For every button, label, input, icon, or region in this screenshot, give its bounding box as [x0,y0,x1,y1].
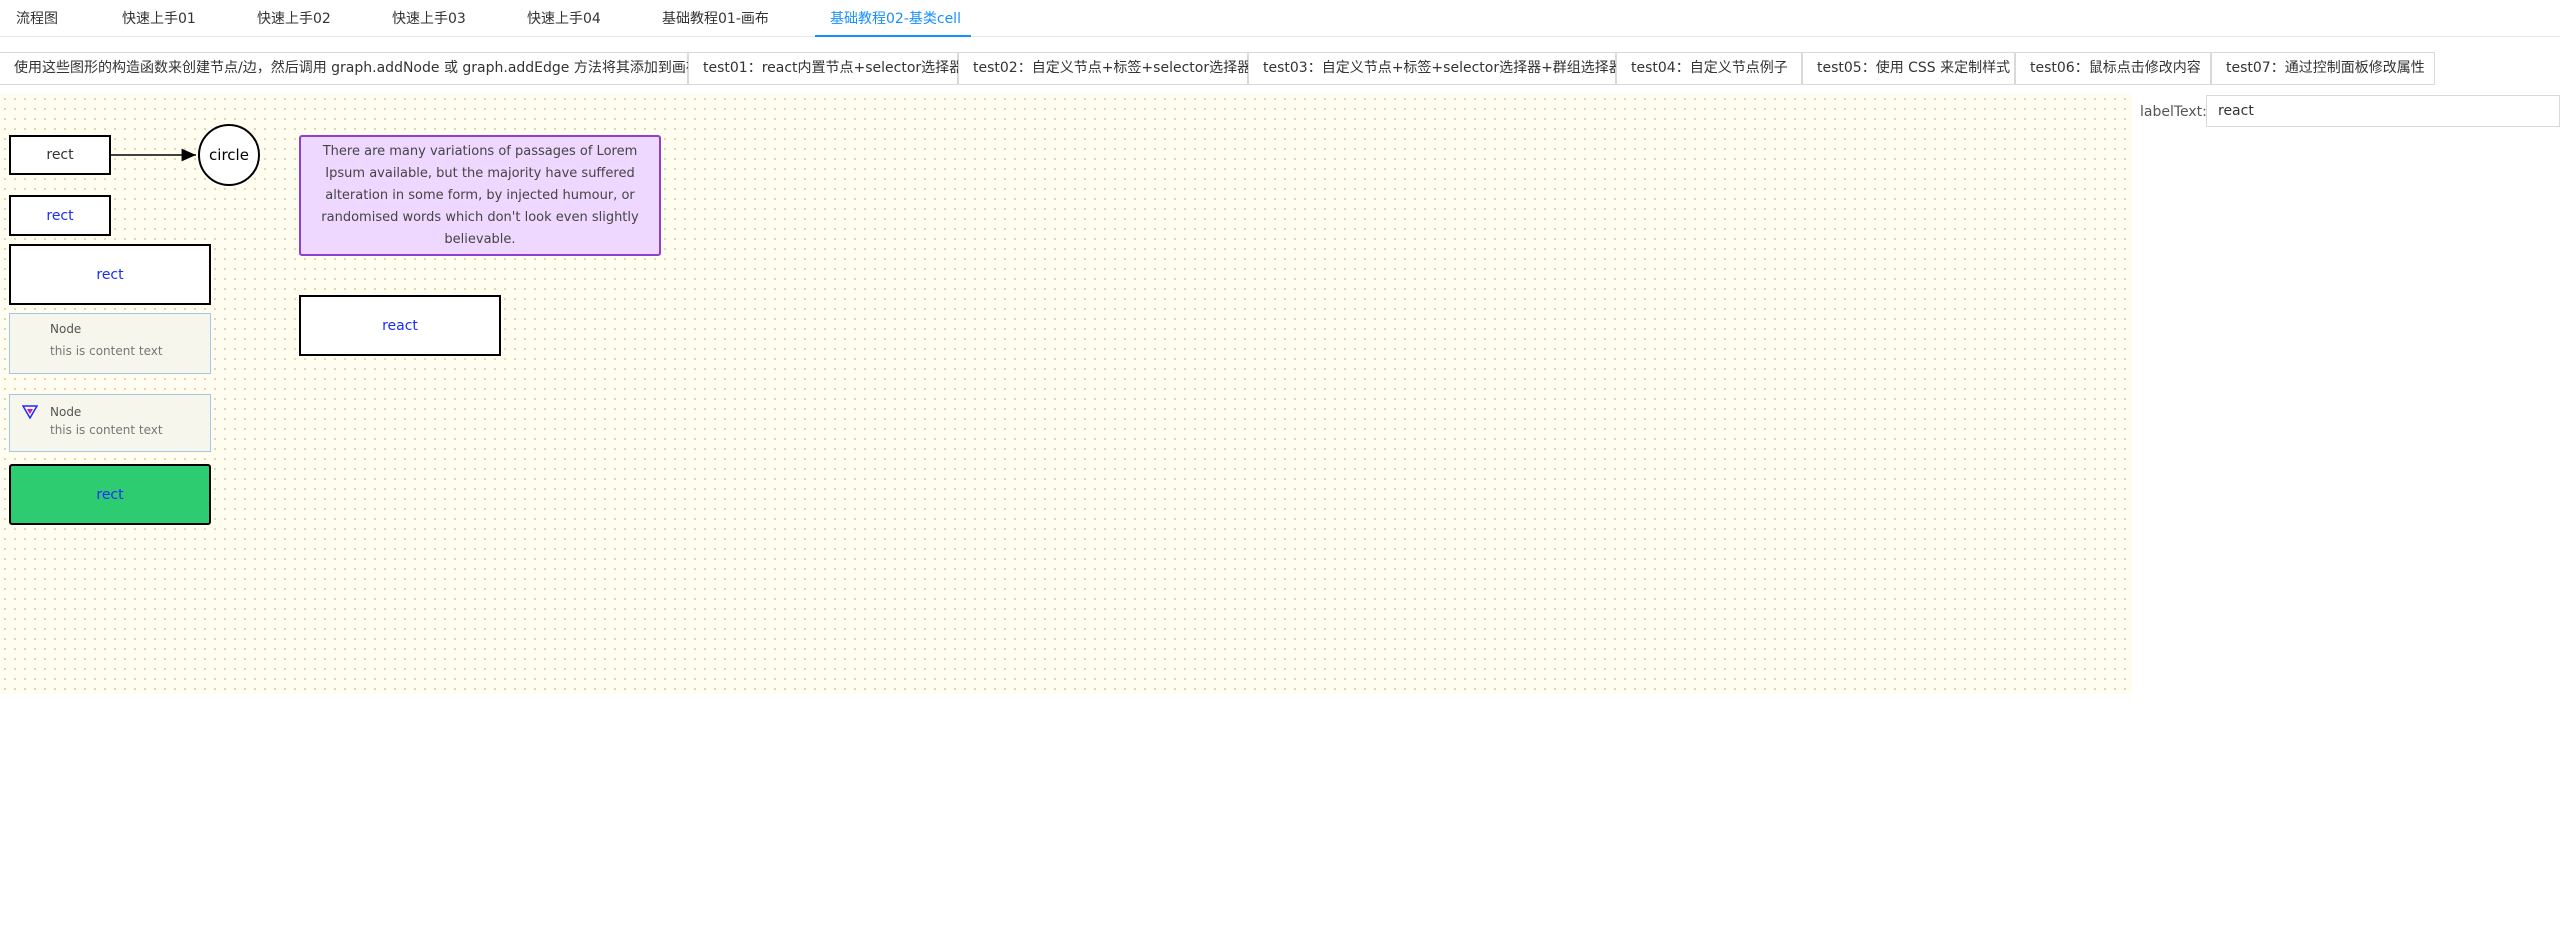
rect-node-3-label: rect [96,266,124,283]
test03-button[interactable]: test03：自定义节点+标签+selector选择器+群组选择器 [1248,52,1623,85]
tab-quickstart-02[interactable]: 快速上手02 [257,0,331,36]
test01-button[interactable]: test01：react内置节点+selector选择器 [688,52,963,85]
card-node-1[interactable]: Node this is content text [9,313,211,374]
card-node-1-text: this is content text [50,344,163,358]
green-rect-node-label: rect [96,486,124,503]
card-node-2-text: this is content text [50,423,163,437]
rect-node-1[interactable]: rect [9,135,111,175]
rect-node-2-label: rect [46,207,74,224]
rect-node-3[interactable]: rect [9,244,211,305]
green-rect-node[interactable]: rect [9,464,211,525]
tab-quickstart-03[interactable]: 快速上手03 [392,0,466,36]
test02-button[interactable]: test02：自定义节点+标签+selector选择器 [958,52,1251,85]
tab-basic-02-cell[interactable]: 基础教程02-基类cell [830,0,961,36]
test04-button[interactable]: test04：自定义节点例子 [1616,52,1802,85]
rect-node-2[interactable]: rect [9,195,111,236]
rect-node-1-label: rect [46,147,74,163]
lorem-text-node-label: There are many variations of passages of… [321,143,639,247]
react-node[interactable]: react [299,295,501,356]
tab-quickstart-04[interactable]: 快速上手04 [527,0,601,36]
test05-button[interactable]: test05：使用 CSS 来定制样式 [1802,52,2015,85]
card-node-1-title: Node [50,322,82,336]
intro-button[interactable]: 使用这些图形的构造函数来创建节点/边，然后调用 graph.addNode 或 … [0,52,700,85]
tab-basic-01-canvas[interactable]: 基础教程01-画布 [662,0,769,36]
card-node-2[interactable]: Node this is content text [9,394,211,452]
top-tabs: 流程图 快速上手01 快速上手02 快速上手03 快速上手04 基础教程01-画… [0,0,2560,37]
card-node-2-title: Node [50,405,82,419]
label-text-label: labelText: [2140,104,2207,120]
circle-node-label: circle [209,146,249,164]
tab-flowchart[interactable]: 流程图 [16,0,58,36]
active-tab-indicator [815,35,971,37]
label-text-input[interactable] [2206,95,2560,127]
triangle-down-icon [21,405,39,420]
test06-button[interactable]: test06：鼠标点击修改内容 [2015,52,2211,85]
circle-node[interactable]: circle [198,124,260,186]
react-node-label: react [382,317,418,334]
lorem-text-node[interactable]: There are many variations of passages of… [299,135,661,256]
test07-button[interactable]: test07：通过控制面板修改属性 [2211,52,2435,85]
graph-canvas[interactable]: rect circle rect rect Node this is conte… [0,94,2132,694]
tab-quickstart-01[interactable]: 快速上手01 [122,0,196,36]
